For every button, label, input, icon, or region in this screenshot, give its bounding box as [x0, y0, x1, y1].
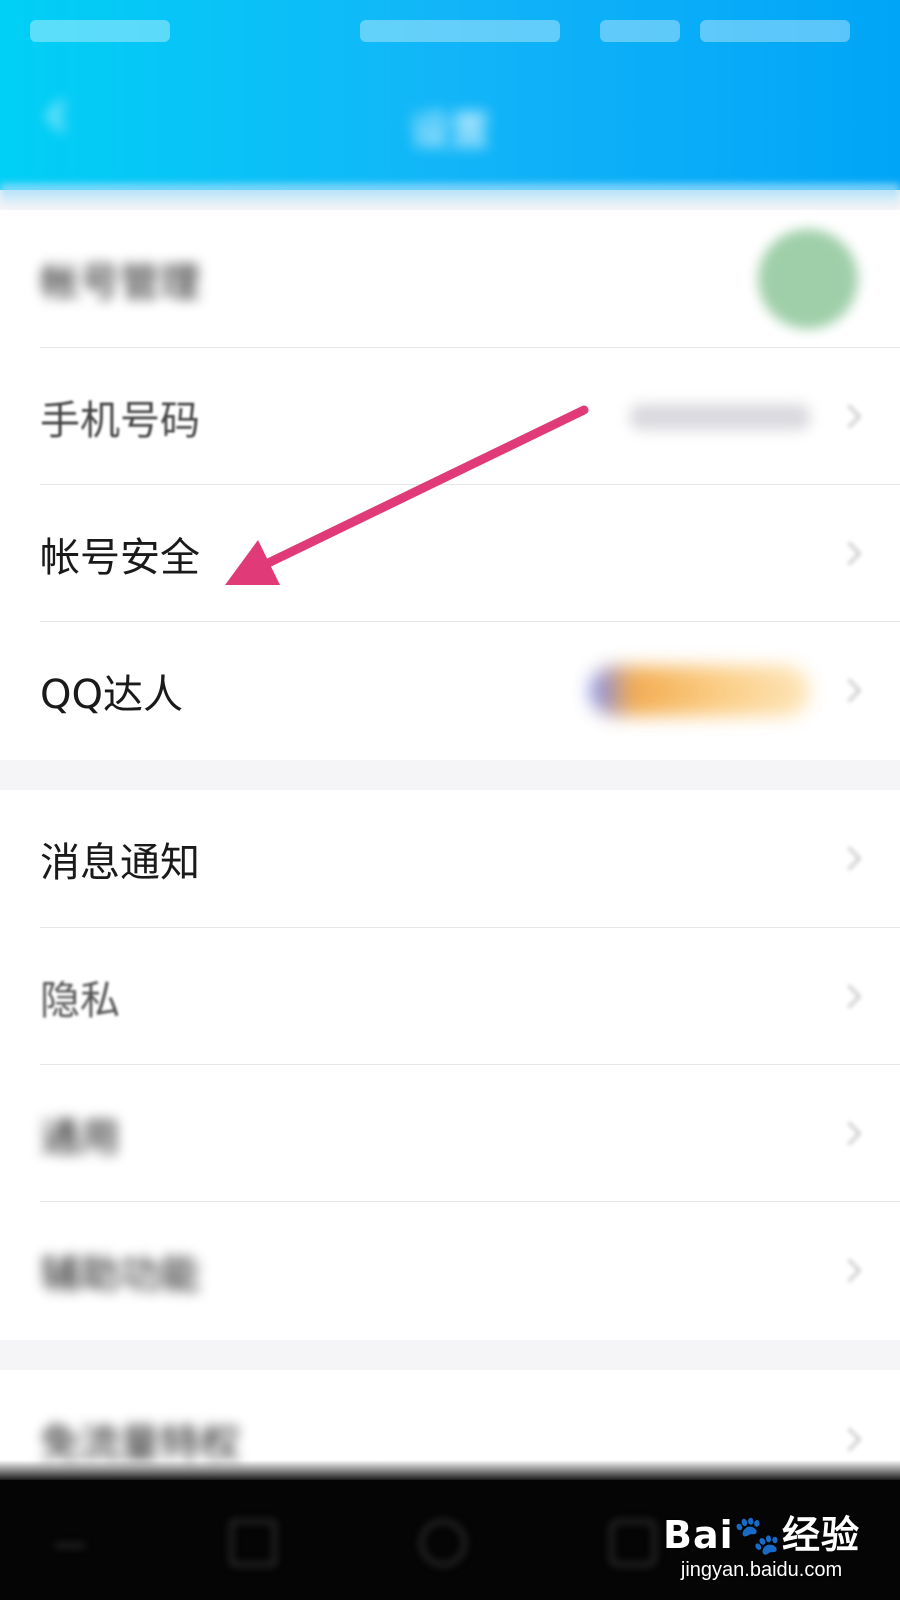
back-icon[interactable] [230, 1520, 276, 1566]
settings-item-account-manage[interactable]: 帐号管理 [0, 210, 900, 348]
watermark-logo: Bai🐾经验 [663, 1513, 860, 1557]
settings-item-qq-master[interactable]: QQ达人 [0, 622, 900, 760]
home-icon[interactable] [420, 1520, 466, 1566]
status-bar [0, 0, 900, 60]
settings-item-label: 通用 [40, 1114, 120, 1161]
settings-item-label: 帐号安全 [40, 534, 200, 581]
account-group: 帐号管理 手机号码 帐号安全 QQ达人 [0, 210, 900, 760]
settings-item-account-security[interactable]: 帐号安全 [0, 485, 900, 622]
general-group: 消息通知 隐私 通用 辅助功能 [0, 790, 900, 1340]
chevron-right-icon [837, 983, 862, 1009]
settings-item-label: 辅助功能 [40, 1252, 200, 1298]
chevron-right-icon [837, 678, 862, 703]
chevron-right-icon [837, 1258, 862, 1283]
chevron-right-icon [837, 540, 862, 566]
status-carrier [30, 20, 170, 42]
status-signal [600, 20, 680, 42]
status-battery-time [700, 20, 850, 42]
qq-master-badge [590, 666, 810, 716]
settings-item-notifications[interactable]: 消息通知 [0, 790, 900, 928]
chevron-right-icon [837, 1427, 862, 1452]
chevron-right-icon [837, 846, 862, 871]
settings-item-label: QQ达人 [40, 672, 183, 718]
baidu-watermark: Bai🐾经验 jingyan.baidu.com [663, 1504, 860, 1582]
settings-item-label: 消息通知 [40, 840, 200, 886]
page-title: 设置 [410, 108, 490, 154]
recent-icon[interactable] [610, 1520, 656, 1566]
status-icons [360, 20, 560, 42]
settings-item-label: 隐私 [40, 977, 120, 1024]
menu-icon[interactable] [55, 1538, 85, 1547]
settings-item-label: 手机号码 [40, 397, 200, 444]
app-header: 设置 [0, 0, 900, 190]
chevron-right-icon [837, 403, 862, 429]
settings-item-privacy[interactable]: 隐私 [0, 928, 900, 1065]
watermark-url: jingyan.baidu.com [680, 1559, 843, 1581]
chevron-right-icon [837, 1120, 862, 1146]
settings-item-label: 帐号管理 [40, 260, 200, 306]
phone-number-value [630, 403, 810, 430]
settings-item-accessibility[interactable]: 辅助功能 [0, 1202, 900, 1340]
avatar [758, 229, 858, 329]
settings-item-phone[interactable]: 手机号码 [0, 348, 900, 485]
settings-item-general[interactable]: 通用 [0, 1065, 900, 1202]
